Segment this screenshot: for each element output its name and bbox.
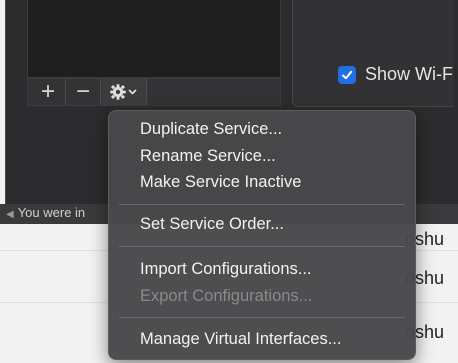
menu-separator (119, 246, 405, 247)
status-text: You were in (17, 205, 86, 220)
service-list-toolbar: + − (27, 78, 281, 106)
action-menu-button[interactable] (102, 79, 147, 105)
menu-item-rename-service[interactable]: Rename Service... (140, 147, 276, 166)
remove-service-button[interactable]: − (66, 79, 101, 105)
menu-separator (119, 204, 405, 205)
menu-item-import-configurations[interactable]: Import Configurations... (140, 260, 312, 279)
service-list[interactable] (27, 0, 281, 78)
disclosure-triangle-icon: ◀ (6, 209, 14, 220)
add-service-button[interactable]: + (31, 79, 66, 105)
gear-icon (110, 84, 137, 100)
menu-item-manage-virtual-interfaces[interactable]: Manage Virtual Interfaces... (140, 330, 341, 349)
menu-separator (119, 317, 405, 318)
menu-item-duplicate-service[interactable]: Duplicate Service... (140, 120, 282, 139)
show-wifi-label: Show Wi-F (365, 64, 454, 84)
menu-item-set-service-order[interactable]: Set Service Order... (140, 215, 284, 234)
action-context-menu: Duplicate Service... Rename Service... M… (108, 110, 416, 360)
checkmark-icon (342, 70, 353, 80)
menu-item-export-configurations: Export Configurations... (140, 287, 313, 305)
chevron-down-icon (128, 89, 137, 95)
show-wifi-checkbox[interactable] (338, 66, 356, 84)
menu-item-make-service-inactive[interactable]: Make Service Inactive (140, 173, 301, 192)
options-panel: Show Wi-F (292, 0, 454, 107)
status-message: ◀ You were in (6, 205, 85, 220)
